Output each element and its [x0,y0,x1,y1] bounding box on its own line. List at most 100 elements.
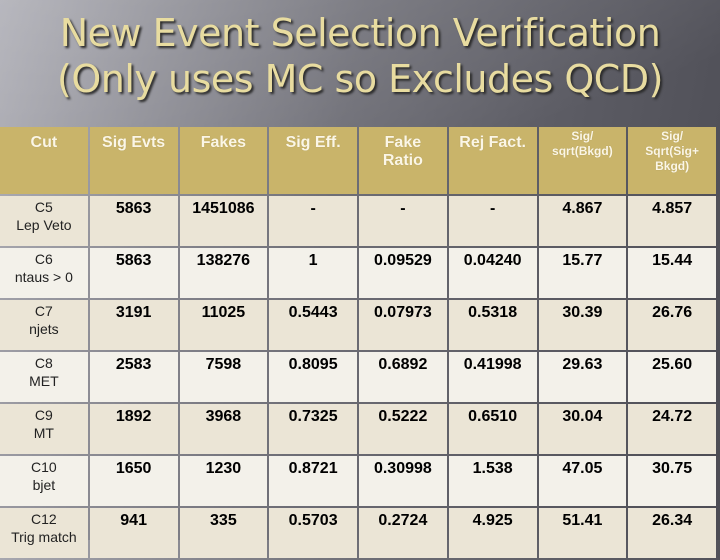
cut-cell: C5 Lep Veto [0,196,88,246]
cut-id: C5 [34,199,53,215]
cell-sig-eff: 0.7325 [269,404,357,454]
table-row: C6 ntaus > 0 5863 138276 1 0.09529 0.04240 15.7… [0,248,716,298]
column-header-sig-sqrt-bkgd: Sig/sqrt(Bkgd) [538,127,627,194]
cell-rej-fact: 4.925 [448,508,537,558]
cell-sig-sqrt-bkgd: 15.77 [538,248,627,298]
cell-sig-sqrt-sig-bkgd: 26.76 [628,300,716,350]
cell-sig-sqrt-sig-bkgd: 25.60 [628,352,716,402]
cut-cell: C10 bjet [0,456,88,506]
cell-sig-evts: 5863 [89,196,178,246]
cell-rej-fact: 1.538 [448,456,537,506]
slide-title-line-2: (Only uses MC so Excludes QCD) [57,57,663,101]
table-body: C5 Lep Veto 5863 1451086- - -4.867 4.857 C6 ntau… [0,196,716,558]
cell-sig-evts: 5863 [89,248,178,298]
cell-fake-ratio: - [359,196,447,246]
cell-sig-sqrt-bkgd: 51.41 [538,508,627,558]
column-header-text: Sig/ [571,129,594,143]
cell-fakes: 7598 [179,352,268,402]
cut-flow-table: Cut Sig Evts Fakes Sig Eff. Fake Ratio Rej Fac… [0,125,718,560]
cell-sig-eff: 1 [269,248,357,298]
cut-cell: C6 ntaus > 0 [0,248,88,298]
cut-name: Lep Veto [16,217,72,233]
cut-cell: C12 Trig match [0,508,88,558]
cut-id: C7 [34,303,53,319]
cut-id: C10 [31,459,57,475]
cell-fake-ratio: 0.2724 [359,508,447,558]
cell-sig-evts: 1650 [89,456,178,506]
cell-sig-eff: 0.8721 [269,456,357,506]
cell-rej-fact: 0.41998 [448,352,537,402]
column-header-text: Rej Fact. [459,134,526,151]
cell-fakes: 335 [179,508,268,558]
cut-name: MT [33,425,54,441]
cell-rej-fact: - [448,196,537,246]
column-header-text: Ratio [382,152,423,169]
cell-fake-ratio: 0.07973 [359,300,447,350]
table-row: C7 njets 3191 11025 0.5443 0.07973 0.5318 30.39… [0,300,716,350]
cell-fakes: 138276 [179,248,268,298]
table-header-row: Cut Sig Evts Fakes Sig Eff. Fake Ratio Rej Fac… [0,127,716,194]
table-row: C9 MT 1892 3968 0.7325 0.5222 0.6510 30.04 24.72 [0,404,716,454]
cell-sig-sqrt-sig-bkgd: 15.44 [628,248,716,298]
cut-id: C9 [34,407,53,423]
cell-fakes: 1451086 [179,196,268,246]
cut-name: bjet [32,477,56,493]
cell-sig-sqrt-bkgd: 47.05 [538,456,627,506]
column-header-text: Bkgd) [655,159,690,173]
cut-name: njets [29,321,59,337]
table-row: C8 MET 2583 7598 0.8095 0.6892 0.41998 29.63 25.… [0,352,716,402]
column-header-text: Fake [384,134,422,151]
cell-fake-ratio: 0.5222 [359,404,447,454]
cell-fakes: 1230 [179,456,268,506]
cell-sig-sqrt-bkgd: 4.867 [538,196,627,246]
cell-sig-sqrt-sig-bkgd: 30.75 [628,456,716,506]
slide-title-line-1: New Event Selection Verification [59,11,661,55]
cell-sig-sqrt-sig-bkgd: 4.857 [628,196,716,246]
cell-sig-evts: 3191 [89,300,178,350]
cut-id: C6 [34,251,53,267]
cell-fake-ratio: 0.6892 [359,352,447,402]
slide-title: New Event Selection Verification (Only u… [0,10,720,102]
column-header-text: sqrt(Bkgd) [552,144,613,158]
cell-sig-eff: 0.5703 [269,508,357,558]
cell-fakes: 3968 [179,404,268,454]
column-header-fakes: Fakes [179,127,268,194]
column-header-sig-eff: Sig Eff. [269,127,357,194]
cut-name: MET [29,373,59,389]
cell-rej-fact: 0.04240 [448,248,537,298]
table-row: C12 Trig match 941 335 0.5703 0.2724 4.925 51.4… [0,508,716,558]
column-header-sig-evts: Sig Evts [89,127,178,194]
table-row: C5 Lep Veto 5863 1451086- - -4.867 4.857 [0,196,716,246]
cell-rej-fact: 0.6510 [448,404,537,454]
cell-rej-fact: 0.5318 [448,300,537,350]
cell-sig-eff: - [269,196,357,246]
cell-sig-sqrt-sig-bkgd: 24.72 [628,404,716,454]
cell-sig-sqrt-bkgd: 30.04 [538,404,627,454]
column-header-text: Sig Evts [102,134,166,151]
cell-sig-evts: 1892 [89,404,178,454]
cell-sig-eff: 0.5443 [269,300,357,350]
column-header-text: Sqrt(Sig+ [645,144,699,158]
cell-sig-sqrt-bkgd: 30.39 [538,300,627,350]
cell-sig-eff: 0.8095 [269,352,357,402]
cell-sig-sqrt-bkgd: 29.63 [538,352,627,402]
cell-fake-ratio: 0.09529 [359,248,447,298]
column-header-cut: Cut [0,127,88,194]
column-header-text: Sig/ [661,129,684,143]
cut-cell: C8 MET [0,352,88,402]
cut-id: C8 [34,355,53,371]
cell-fake-ratio: 0.30998 [359,456,447,506]
cut-cell: C9 MT [0,404,88,454]
cut-id: C12 [31,511,57,527]
cut-name: Trig match [11,529,77,545]
cell-sig-evts: 2583 [89,352,178,402]
cut-cell: C7 njets [0,300,88,350]
cell-sig-sqrt-sig-bkgd: 26.34 [628,508,716,558]
cell-fakes: 11025 [179,300,268,350]
column-header-sig-sqrt-sig-bkgd: Sig/Sqrt(Sig+ Bkgd) [628,127,716,194]
column-header-text: Fakes [200,134,247,151]
column-header-text: Sig Eff. [285,134,341,151]
column-header-rej-fact: Rej Fact. [448,127,537,194]
table-row: C10 bjet 1650 1230 0.8721 0.30998 1.538 47.05 30… [0,456,716,506]
cut-name: ntaus > 0 [14,269,73,285]
